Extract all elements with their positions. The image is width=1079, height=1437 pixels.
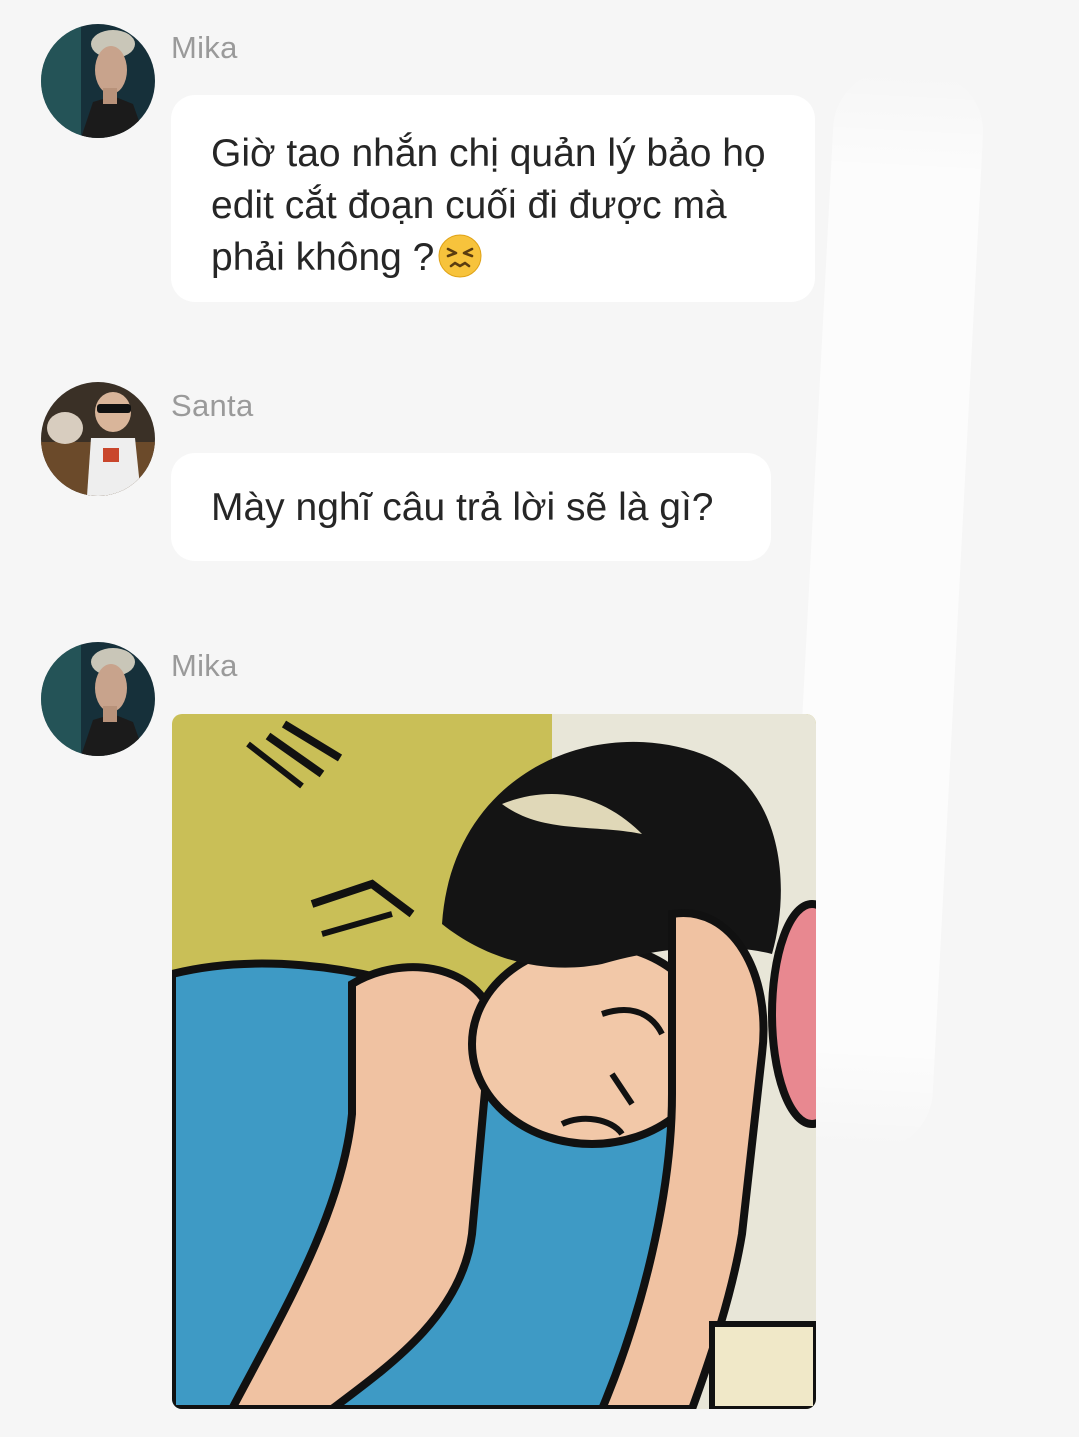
message-text: Mày nghĩ câu trả lời sẽ là gì? <box>211 486 714 529</box>
sender-name: Santa <box>171 388 254 423</box>
sender-name: Mika <box>171 648 238 683</box>
sender-name: Mika <box>171 30 238 65</box>
avatar-mika[interactable] <box>41 642 155 756</box>
message-bubble[interactable]: Mày nghĩ câu trả lời sẽ là gì? <box>171 453 771 561</box>
persevering-face-icon <box>438 234 482 278</box>
message-text: Giờ tao nhắn chị quản lý bảo họ edit cắt… <box>211 132 766 279</box>
comic-image[interactable] <box>172 714 816 1409</box>
chat-thread: Mika Giờ tao nhắn chị quản lý bảo họ edi… <box>0 0 1079 1437</box>
message-bubble[interactable]: Giờ tao nhắn chị quản lý bảo họ edit cắt… <box>171 95 815 302</box>
avatar-santa[interactable] <box>41 382 155 496</box>
avatar-mika[interactable] <box>41 24 155 138</box>
